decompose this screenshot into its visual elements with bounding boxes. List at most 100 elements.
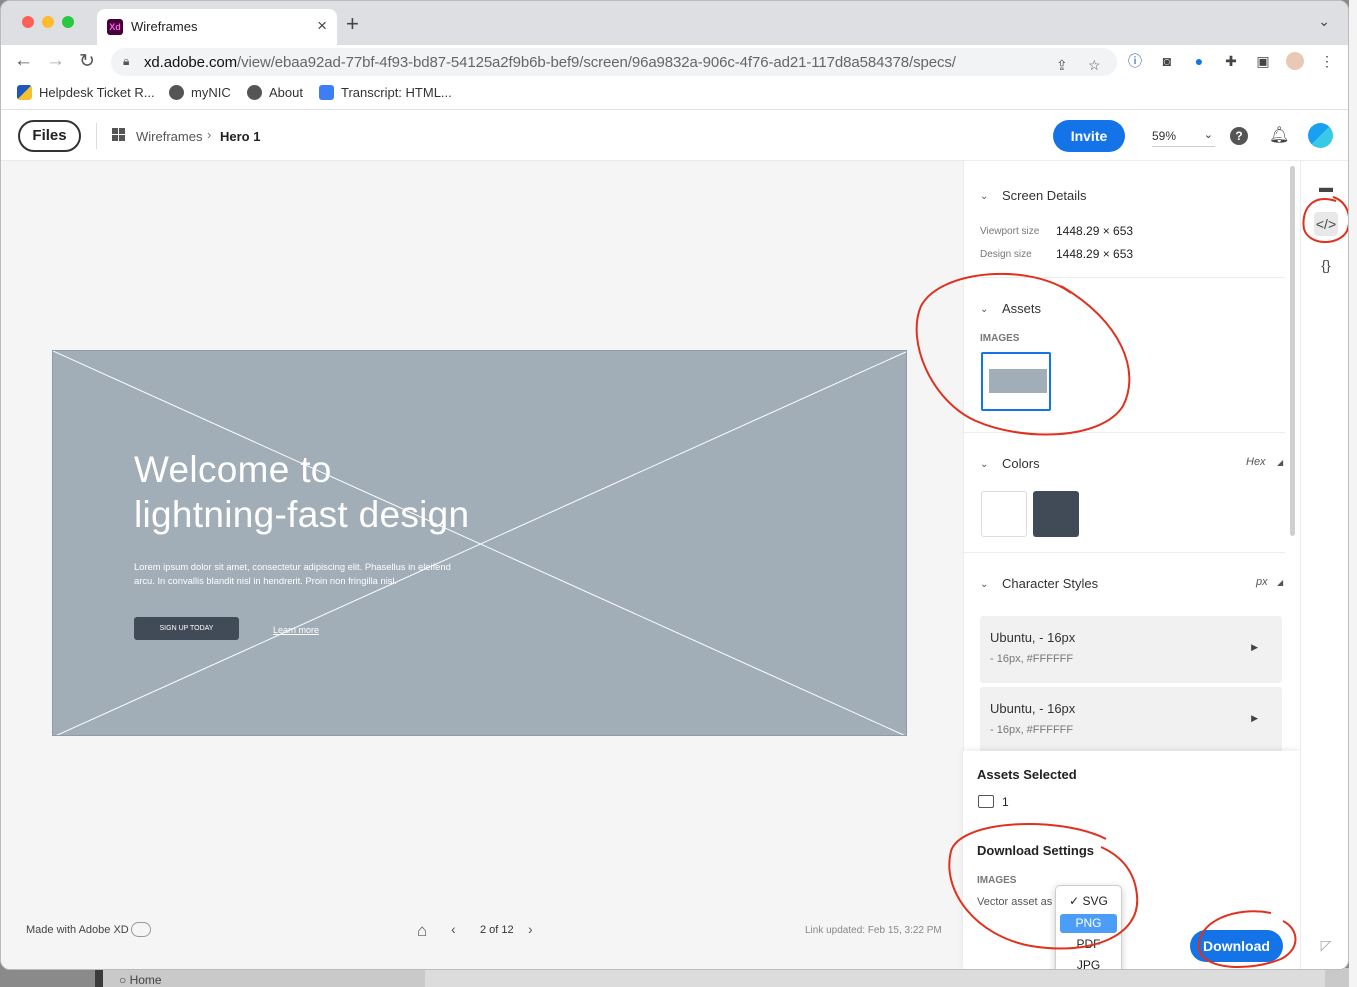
character-style-item[interactable]: Ubuntu, - 16px - 16px, #FFFFFF ▶	[980, 687, 1282, 751]
divider	[96, 123, 97, 149]
chevron-down-icon[interactable]: ⌄	[980, 579, 988, 590]
browser-tab[interactable]: Xd Wireframes ×	[97, 9, 337, 45]
chevron-down-icon[interactable]: ⌄	[980, 304, 988, 315]
chevron-down-icon[interactable]: ⌄	[980, 459, 988, 470]
hero-headline: Welcome to lightning-fast design	[134, 449, 470, 535]
section-title[interactable]: Colors	[1002, 456, 1040, 471]
grid-view-icon[interactable]	[112, 128, 125, 141]
design-size-value: 1448.29 × 653	[1056, 247, 1134, 261]
comment-icon[interactable]: ▬	[1314, 175, 1338, 199]
creative-cloud-icon	[131, 922, 151, 937]
breadcrumb-root[interactable]: Wireframes	[136, 129, 202, 144]
send-feedback-icon[interactable]: ◸	[1314, 933, 1338, 957]
new-tab-icon[interactable]: +	[346, 11, 359, 37]
viewport-size-label: Viewport size	[980, 226, 1040, 237]
section-title[interactable]: Screen Details	[1002, 188, 1087, 203]
design-size-label: Design size	[980, 249, 1032, 260]
camera-extension-icon[interactable]: ◙	[1158, 52, 1176, 70]
section-title[interactable]: Assets	[1002, 301, 1041, 316]
share-icon[interactable]: ⇪	[1056, 57, 1068, 74]
browser-menu-icon[interactable]: ⋮	[1318, 52, 1336, 70]
style-name: Ubuntu, - 16px	[990, 630, 1076, 645]
forward-icon[interactable]: →	[46, 50, 65, 72]
corner-arrow-icon: ◢	[1277, 578, 1284, 587]
profile-avatar-icon[interactable]	[1286, 52, 1304, 70]
hero-body-text: Lorem ipsum dolor sit amet, consectetur …	[134, 561, 451, 586]
zoom-select[interactable]: 59% ⌄	[1152, 129, 1215, 147]
page-count: 2 of 12	[480, 924, 514, 936]
grammar-extension-icon[interactable]: ●	[1190, 52, 1208, 70]
style-name: Ubuntu, - 16px	[990, 701, 1076, 716]
zoom-window-button[interactable]	[62, 16, 74, 28]
chevron-down-icon[interactable]: ⌄	[980, 191, 988, 202]
section-title[interactable]: Character Styles	[1002, 576, 1098, 591]
files-button[interactable]: Files	[18, 120, 81, 152]
reload-icon[interactable]: ↻	[79, 50, 95, 73]
bookmark-about[interactable]: About	[247, 85, 303, 100]
minimize-window-button[interactable]	[42, 16, 54, 28]
side-panel-icon[interactable]: ▣	[1254, 52, 1272, 70]
expand-arrow-icon[interactable]: ▶	[1251, 642, 1258, 653]
made-with-label: Made with Adobe XD	[26, 924, 129, 936]
globe-icon	[169, 85, 184, 100]
corner-arrow-icon: ◢	[1277, 458, 1284, 467]
specs-scrollbar[interactable]	[1290, 166, 1295, 536]
right-rail: ▬ </> {} ◸	[1300, 161, 1348, 969]
close-tab-icon[interactable]: ×	[317, 16, 327, 36]
character-style-item[interactable]: Ubuntu, - 16px - 16px, #FFFFFF ▶	[980, 616, 1282, 683]
asset-thumbnail[interactable]	[981, 352, 1051, 411]
avatar[interactable]	[1308, 123, 1333, 148]
password-manager-icon[interactable]: ⓘ	[1126, 52, 1144, 70]
option-jpg[interactable]: JPG	[1060, 956, 1117, 969]
previous-screen-icon[interactable]: ‹	[451, 921, 456, 937]
assets-selected-count: 1	[1002, 795, 1009, 809]
flag-icon	[17, 85, 32, 100]
tab-search-chevron-icon[interactable]: ⌄	[1318, 13, 1330, 30]
screen-details-section: ⌄ Screen Details Viewport size 1448.29 ×…	[964, 161, 1285, 278]
option-png[interactable]: PNG	[1060, 914, 1117, 933]
download-button[interactable]: Download	[1190, 930, 1283, 962]
color-swatch-dark[interactable]	[1033, 491, 1079, 537]
breadcrumb-current: Hero 1	[220, 129, 261, 144]
extensions-puzzle-icon[interactable]: ✚	[1222, 52, 1240, 70]
xd-header: Files Wireframes › Hero 1 Invite 59% ⌄ ? …	[1, 111, 1348, 161]
code-specs-icon[interactable]: </>	[1314, 212, 1338, 236]
image-icon	[978, 795, 994, 808]
bookmark-transcript[interactable]: Transcript: HTML...	[319, 85, 452, 100]
background-home-item: ○ Home	[119, 973, 162, 987]
background-window: ○ Home	[95, 968, 1357, 987]
url-text: xd.adobe.com/view/ebaa92ad-77bf-4f93-bd8…	[144, 54, 956, 71]
bookmark-helpdesk[interactable]: Helpdesk Ticket R...	[17, 85, 155, 100]
signup-button[interactable]: SIGN UP TODAY	[134, 617, 239, 640]
help-icon[interactable]: ?	[1230, 127, 1248, 145]
vector-asset-label: Vector asset as	[977, 896, 1053, 908]
color-format-select[interactable]: Hex	[1246, 456, 1266, 468]
close-window-button[interactable]	[22, 16, 34, 28]
code-braces-icon[interactable]: {}	[1314, 253, 1338, 277]
option-pdf[interactable]: PDF	[1060, 935, 1117, 954]
bookmark-star-icon[interactable]: ☆	[1088, 57, 1101, 74]
artboard-hero[interactable]: Welcome to lightning-fast design Lorem ip…	[52, 350, 907, 736]
lock-icon: 🔒︎	[123, 54, 130, 68]
bell-icon[interactable]: 🔔︎	[1269, 125, 1289, 145]
expand-arrow-icon[interactable]: ▶	[1251, 713, 1258, 724]
assets-selected-title: Assets Selected	[977, 767, 1077, 782]
document-icon	[319, 85, 334, 100]
option-svg[interactable]: ✓ SVG	[1060, 892, 1117, 911]
home-icon[interactable]: ⌂	[417, 921, 427, 941]
background-panel	[425, 970, 1325, 987]
images-label: IMAGES	[980, 333, 1020, 344]
chevron-right-icon: ›	[207, 127, 212, 142]
next-screen-icon[interactable]: ›	[528, 921, 533, 937]
unit-select[interactable]: px	[1256, 576, 1268, 588]
color-swatch-white[interactable]	[981, 491, 1027, 537]
bookmark-mynic[interactable]: myNIC	[169, 85, 231, 100]
learn-more-link[interactable]: Learn more	[273, 625, 319, 635]
format-dropdown[interactable]: ✓ SVG PNG PDF JPG	[1055, 885, 1122, 969]
tab-title: Wireframes	[131, 19, 198, 34]
invite-button[interactable]: Invite	[1053, 120, 1125, 152]
globe-icon	[247, 85, 262, 100]
link-updated-label: Link updated: Feb 15, 3:22 PM	[805, 925, 942, 936]
back-icon[interactable]: ←	[14, 50, 33, 72]
address-bar[interactable]: 🔒︎ xd.adobe.com/view/ebaa92ad-77bf-4f93-…	[111, 48, 1117, 76]
